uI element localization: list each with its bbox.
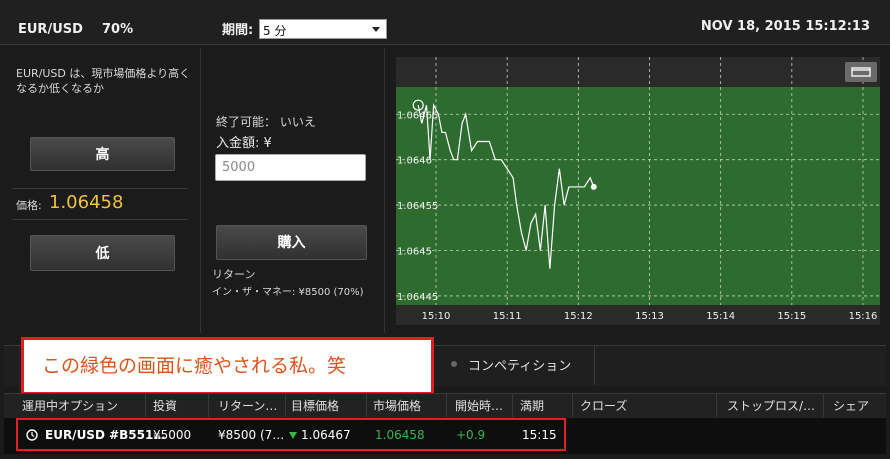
column-divider	[716, 393, 717, 417]
y-tick-label: 1.06455	[397, 201, 438, 212]
x-tick-label: 15:11	[493, 311, 522, 322]
panel-divider	[384, 48, 385, 333]
column-divider	[446, 393, 447, 417]
deposit-input[interactable]: 5000	[215, 154, 366, 181]
column-header[interactable]: シェア	[833, 397, 869, 414]
chevron-down-icon	[372, 27, 380, 32]
y-tick-label: 1.0645	[397, 247, 432, 258]
return-label: リターン	[212, 268, 256, 281]
row-highlight-box	[16, 418, 566, 451]
column-header[interactable]: ストップロス/…	[727, 397, 815, 414]
tab-divider	[594, 345, 595, 385]
column-header[interactable]: 満期	[520, 397, 544, 414]
x-tick-label: 15:15	[777, 311, 806, 322]
column-divider	[145, 393, 146, 417]
y-tick-label: 1.0646	[397, 156, 432, 167]
period-label: 期間:	[222, 23, 254, 38]
option-description: EUR/USD は、現市場価格より高くなるか低くなるか	[16, 67, 191, 95]
column-header[interactable]: 市場価格	[373, 397, 421, 414]
x-tick-label: 15:12	[564, 311, 593, 322]
y-tick-label: 1.06445	[397, 292, 438, 303]
asset-pair: EUR/USD	[18, 22, 83, 37]
period-select[interactable]: 5 分	[259, 19, 387, 39]
column-header[interactable]: 開始時…	[455, 397, 503, 414]
x-tick-label: 15:14	[706, 311, 735, 322]
chart-svg: 1.064651.06461.064551.06451.06445 15:10 1…	[396, 57, 880, 325]
column-divider	[366, 393, 367, 417]
column-divider	[512, 393, 513, 417]
price-chart[interactable]: 1.06465 1.0646 1.06455 1.0645 1.06445 15:10 1…	[396, 57, 880, 325]
column-divider	[572, 393, 573, 417]
expand-chart-icon[interactable]	[845, 62, 877, 82]
column-divider	[285, 393, 286, 417]
panel-divider	[200, 48, 201, 333]
annotation-callout: この緑色の画面に癒やされる私。笑	[21, 337, 434, 395]
x-tick-label: 15:13	[635, 311, 664, 322]
divider	[12, 219, 188, 220]
period-value: 5 分	[263, 24, 287, 38]
chart-plot-area	[396, 87, 880, 305]
column-header[interactable]: 目標価格	[291, 397, 339, 414]
price-label: 価格:	[16, 199, 42, 212]
column-header[interactable]: リターン…	[218, 397, 277, 414]
competition-tab-dot	[451, 361, 457, 367]
buy-button[interactable]: 購入	[216, 225, 367, 260]
expand-chart-button[interactable]	[845, 62, 877, 82]
deposit-label: 入金額: ¥	[216, 136, 272, 151]
current-price-marker	[590, 183, 597, 190]
high-button[interactable]: 高	[30, 137, 175, 171]
column-header[interactable]: 運用中オプション	[22, 397, 118, 414]
early-close-label: 終了可能： いいえ	[216, 115, 316, 129]
x-tick-label: 15:16	[849, 311, 878, 322]
low-button[interactable]: 低	[30, 235, 175, 271]
current-price: 1.06458	[49, 192, 124, 213]
x-tick-label: 15:10	[422, 311, 451, 322]
column-divider	[823, 393, 824, 417]
current-datetime: NOV 18, 2015 15:12:13	[700, 19, 870, 34]
payout-percent: 70%	[102, 22, 134, 37]
tab-competition[interactable]: コンペティション	[468, 355, 571, 374]
in-the-money-label: イン・ザ・マネー: ¥8500 (70%)	[212, 287, 364, 298]
divider	[12, 188, 188, 189]
column-divider	[208, 393, 209, 417]
column-header[interactable]: クローズ	[580, 397, 627, 414]
column-header[interactable]: 投資	[153, 397, 177, 414]
